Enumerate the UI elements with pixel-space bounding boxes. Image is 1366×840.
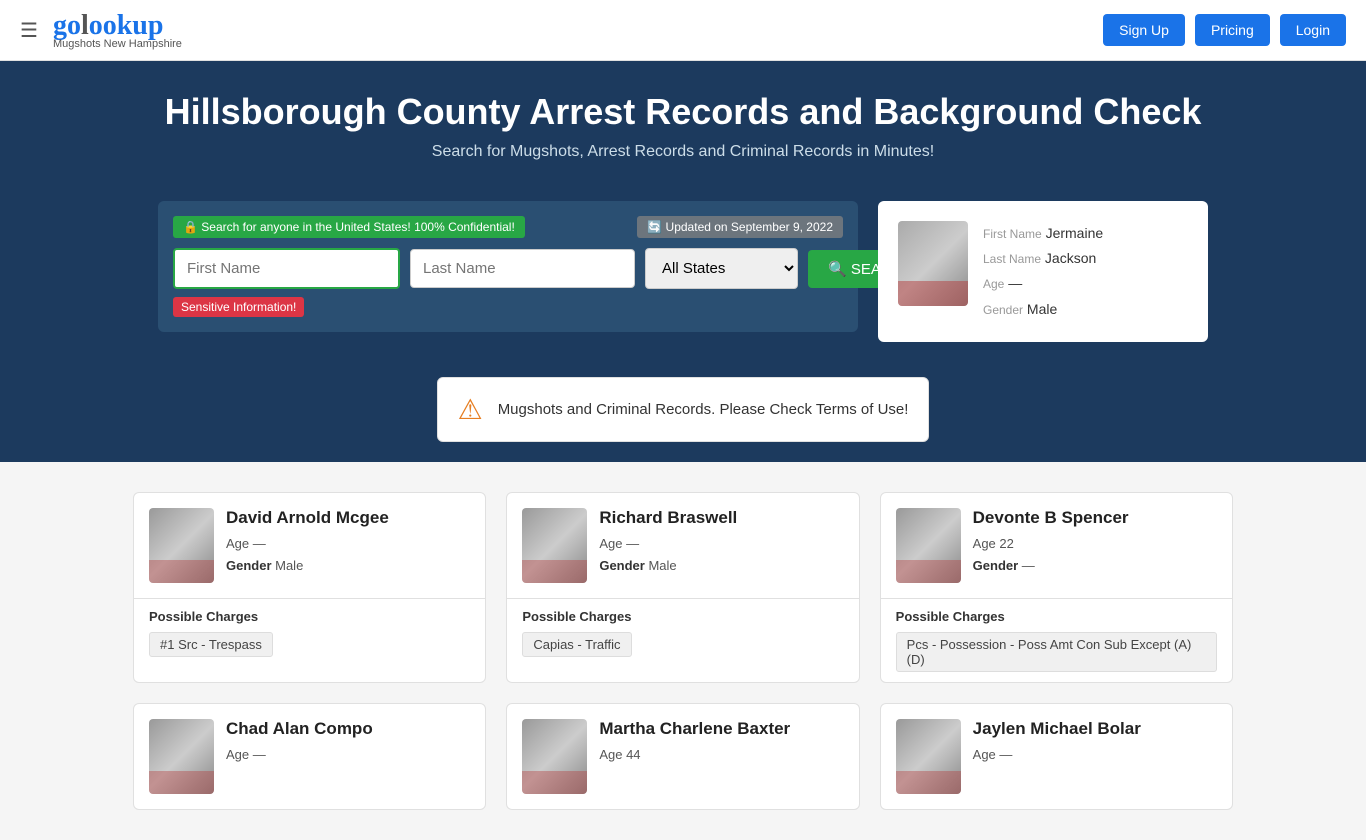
charge-tag: Pcs - Possession - Poss Amt Con Sub Exce… bbox=[896, 632, 1217, 672]
person-card-top: Richard Braswell Age — Gender Male bbox=[507, 493, 858, 598]
hamburger-icon[interactable]: ☰ bbox=[20, 18, 38, 43]
person-info: David Arnold Mcgee Age — Gender Male bbox=[226, 508, 389, 577]
warning-text: Mugshots and Criminal Records. Please Ch… bbox=[498, 401, 909, 418]
info-card: First Name Jermaine Last Name Jackson Ag… bbox=[878, 201, 1208, 342]
search-box: 🔒 Search for anyone in the United States… bbox=[158, 201, 858, 332]
search-box-top: 🔒 Search for anyone in the United States… bbox=[173, 216, 843, 238]
logo[interactable]: golookup Mugshots New Hampshire bbox=[53, 10, 182, 50]
hero-section: Hillsborough County Arrest Records and B… bbox=[0, 61, 1366, 181]
person-avatar bbox=[522, 719, 587, 794]
charge-tag: #1 Src - Trespass bbox=[149, 632, 273, 657]
person-avatar bbox=[896, 719, 961, 794]
age-label: Age bbox=[983, 277, 1004, 291]
person-info: Chad Alan Compo Age — bbox=[226, 719, 373, 766]
info-gender: Gender Male bbox=[983, 297, 1103, 322]
first-name-input[interactable] bbox=[173, 248, 400, 289]
info-firstname: First Name Jermaine bbox=[983, 221, 1103, 246]
person-card-top: Jaylen Michael Bolar Age — bbox=[881, 704, 1232, 809]
header-left: ☰ golookup Mugshots New Hampshire bbox=[20, 10, 182, 50]
page-title: Hillsborough County Arrest Records and B… bbox=[20, 91, 1346, 133]
gender-label: Gender bbox=[983, 303, 1023, 317]
firstname-label: First Name bbox=[983, 227, 1042, 241]
last-name-input[interactable] bbox=[410, 249, 635, 288]
person-name: David Arnold Mcgee bbox=[226, 508, 389, 528]
person-avatar bbox=[522, 508, 587, 583]
person-card-top: Devonte B Spencer Age 22 Gender — bbox=[881, 493, 1232, 598]
person-card[interactable]: Chad Alan Compo Age — bbox=[133, 703, 486, 810]
person-gender: Gender Male bbox=[599, 555, 737, 577]
pricing-button[interactable]: Pricing bbox=[1195, 14, 1270, 46]
charges-section: Possible Charges #1 Src - Trespass bbox=[134, 598, 485, 667]
charges-section: Possible Charges Capias - Traffic bbox=[507, 598, 858, 667]
person-card-top: Martha Charlene Baxter Age 44 bbox=[507, 704, 858, 809]
updated-badge: 🔄 Updated on September 9, 2022 bbox=[637, 216, 843, 238]
state-select[interactable]: All StatesAlabamaAlaskaArizonaArkansasCa… bbox=[645, 248, 798, 289]
site-header: ☰ golookup Mugshots New Hampshire Sign U… bbox=[0, 0, 1366, 61]
logo-subtitle: Mugshots New Hampshire bbox=[53, 38, 182, 50]
sensitive-badge: Sensitive Information! bbox=[173, 297, 304, 317]
info-age: Age — bbox=[983, 271, 1103, 296]
content-area: David Arnold Mcgee Age — Gender Male Pos… bbox=[0, 462, 1366, 840]
gender-value: Male bbox=[1027, 301, 1057, 317]
person-age: Age 44 bbox=[599, 744, 790, 766]
charges-section: Possible Charges Pcs - Possession - Poss… bbox=[881, 598, 1232, 682]
charges-title: Possible Charges bbox=[896, 609, 1217, 624]
person-card-top: David Arnold Mcgee Age — Gender Male bbox=[134, 493, 485, 598]
person-info: Martha Charlene Baxter Age 44 bbox=[599, 719, 790, 766]
search-inputs: All StatesAlabamaAlaskaArizonaArkansasCa… bbox=[173, 248, 843, 289]
person-name: Jaylen Michael Bolar bbox=[973, 719, 1141, 739]
person-avatar bbox=[149, 719, 214, 794]
person-card[interactable]: David Arnold Mcgee Age — Gender Male Pos… bbox=[133, 492, 486, 683]
person-avatar bbox=[896, 508, 961, 583]
hero-subtitle: Search for Mugshots, Arrest Records and … bbox=[20, 143, 1346, 161]
person-avatar bbox=[149, 508, 214, 583]
person-age: Age 22 bbox=[973, 533, 1129, 555]
person-info: Devonte B Spencer Age 22 Gender — bbox=[973, 508, 1129, 577]
search-section: 🔒 Search for anyone in the United States… bbox=[0, 181, 1366, 362]
charges-title: Possible Charges bbox=[149, 609, 470, 624]
lastname-value: Jackson bbox=[1045, 250, 1096, 266]
person-age: Age — bbox=[599, 533, 737, 555]
info-details: First Name Jermaine Last Name Jackson Ag… bbox=[983, 221, 1103, 322]
person-age: Age — bbox=[226, 533, 389, 555]
person-card[interactable]: Jaylen Michael Bolar Age — bbox=[880, 703, 1233, 810]
person-info: Jaylen Michael Bolar Age — bbox=[973, 719, 1141, 766]
person-gender: Gender — bbox=[973, 555, 1129, 577]
person-name: Chad Alan Compo bbox=[226, 719, 373, 739]
person-age: Age — bbox=[973, 744, 1141, 766]
confidential-badge: 🔒 Search for anyone in the United States… bbox=[173, 216, 525, 238]
person-card[interactable]: Martha Charlene Baxter Age 44 bbox=[506, 703, 859, 810]
header-nav: Sign Up Pricing Login bbox=[1103, 14, 1346, 46]
warning-bar: ⚠ Mugshots and Criminal Records. Please … bbox=[437, 377, 930, 442]
login-button[interactable]: Login bbox=[1280, 14, 1346, 46]
charge-tag: Capias - Traffic bbox=[522, 632, 631, 657]
warning-icon: ⚠ bbox=[458, 393, 483, 426]
signup-button[interactable]: Sign Up bbox=[1103, 14, 1185, 46]
person-name: Richard Braswell bbox=[599, 508, 737, 528]
person-age: Age — bbox=[226, 744, 373, 766]
person-card-top: Chad Alan Compo Age — bbox=[134, 704, 485, 809]
person-card[interactable]: Richard Braswell Age — Gender Male Possi… bbox=[506, 492, 859, 683]
person-gender: Gender Male bbox=[226, 555, 389, 577]
person-name: Martha Charlene Baxter bbox=[599, 719, 790, 739]
person-card[interactable]: Devonte B Spencer Age 22 Gender — Possib… bbox=[880, 492, 1233, 683]
charges-title: Possible Charges bbox=[522, 609, 843, 624]
persons-grid: David Arnold Mcgee Age — Gender Male Pos… bbox=[133, 492, 1233, 810]
firstname-value: Jermaine bbox=[1046, 225, 1104, 241]
info-avatar bbox=[898, 221, 968, 306]
person-name: Devonte B Spencer bbox=[973, 508, 1129, 528]
info-lastname: Last Name Jackson bbox=[983, 246, 1103, 271]
lastname-label: Last Name bbox=[983, 252, 1041, 266]
age-value: — bbox=[1008, 275, 1022, 291]
person-info: Richard Braswell Age — Gender Male bbox=[599, 508, 737, 577]
